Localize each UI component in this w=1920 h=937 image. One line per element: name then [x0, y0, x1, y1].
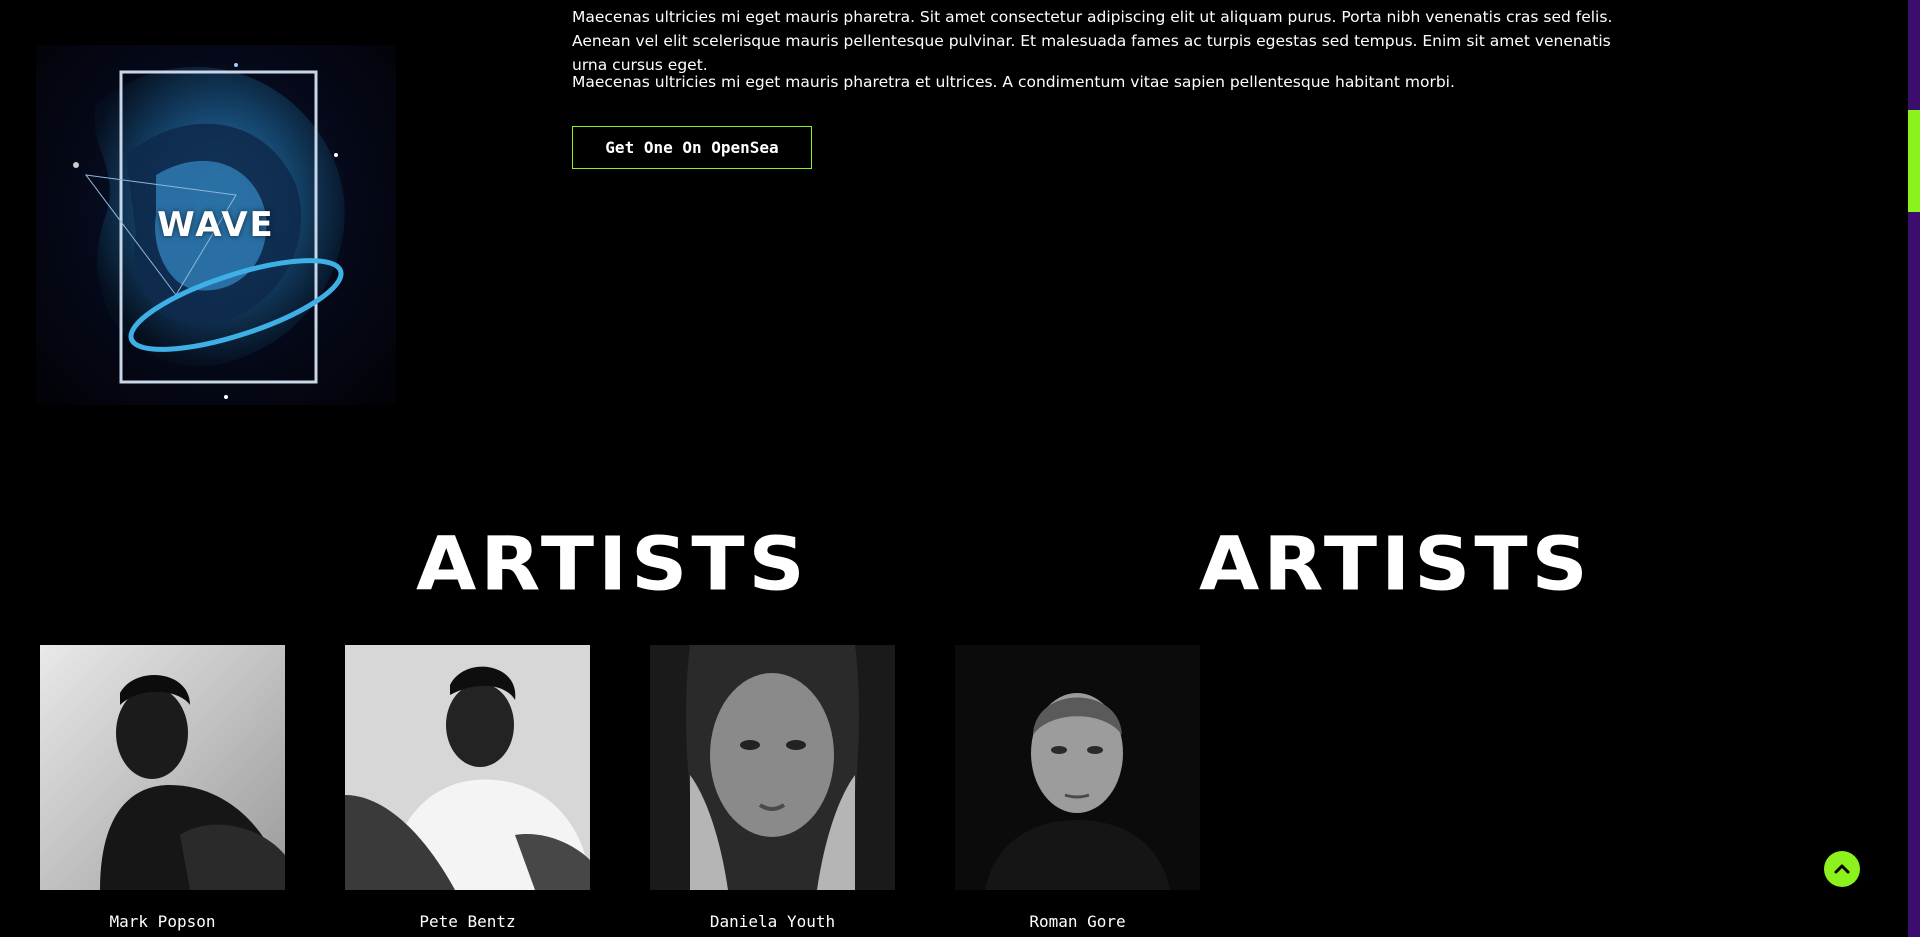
artist-name: Daniela Youth [709, 912, 836, 931]
artists-heading-repeat: ARTISTS [1199, 522, 1592, 608]
scroll-to-top-button[interactable] [1824, 851, 1860, 887]
artist-card[interactable]: Daniela Youth [650, 645, 895, 931]
artist-photo [955, 645, 1200, 890]
get-on-opensea-button[interactable]: Get One On OpenSea [572, 126, 812, 169]
artist-photo [40, 645, 285, 890]
artist-name: Roman Gore [1029, 912, 1126, 931]
artist-card[interactable]: Mark Popson [40, 645, 285, 931]
artwork-title: WAVE [157, 205, 275, 245]
wave-artwork: WAVE [36, 45, 396, 405]
artist-photo [345, 645, 590, 890]
artist-name: Pete Bentz [419, 912, 516, 931]
artists-heading: ARTISTS [416, 522, 809, 608]
scrollbar-thumb[interactable] [1908, 110, 1920, 212]
chevron-up-icon [1834, 864, 1850, 874]
about-paragraph-2: Maecenas ultricies mi eget mauris pharet… [572, 73, 1455, 91]
artist-card[interactable]: Roman Gore [955, 645, 1200, 931]
artist-name: Mark Popson [109, 912, 216, 931]
about-paragraph-1: Maecenas ultricies mi eget mauris pharet… [572, 8, 1613, 74]
artist-card[interactable]: Pete Bentz [345, 645, 590, 931]
artist-photo [650, 645, 895, 890]
